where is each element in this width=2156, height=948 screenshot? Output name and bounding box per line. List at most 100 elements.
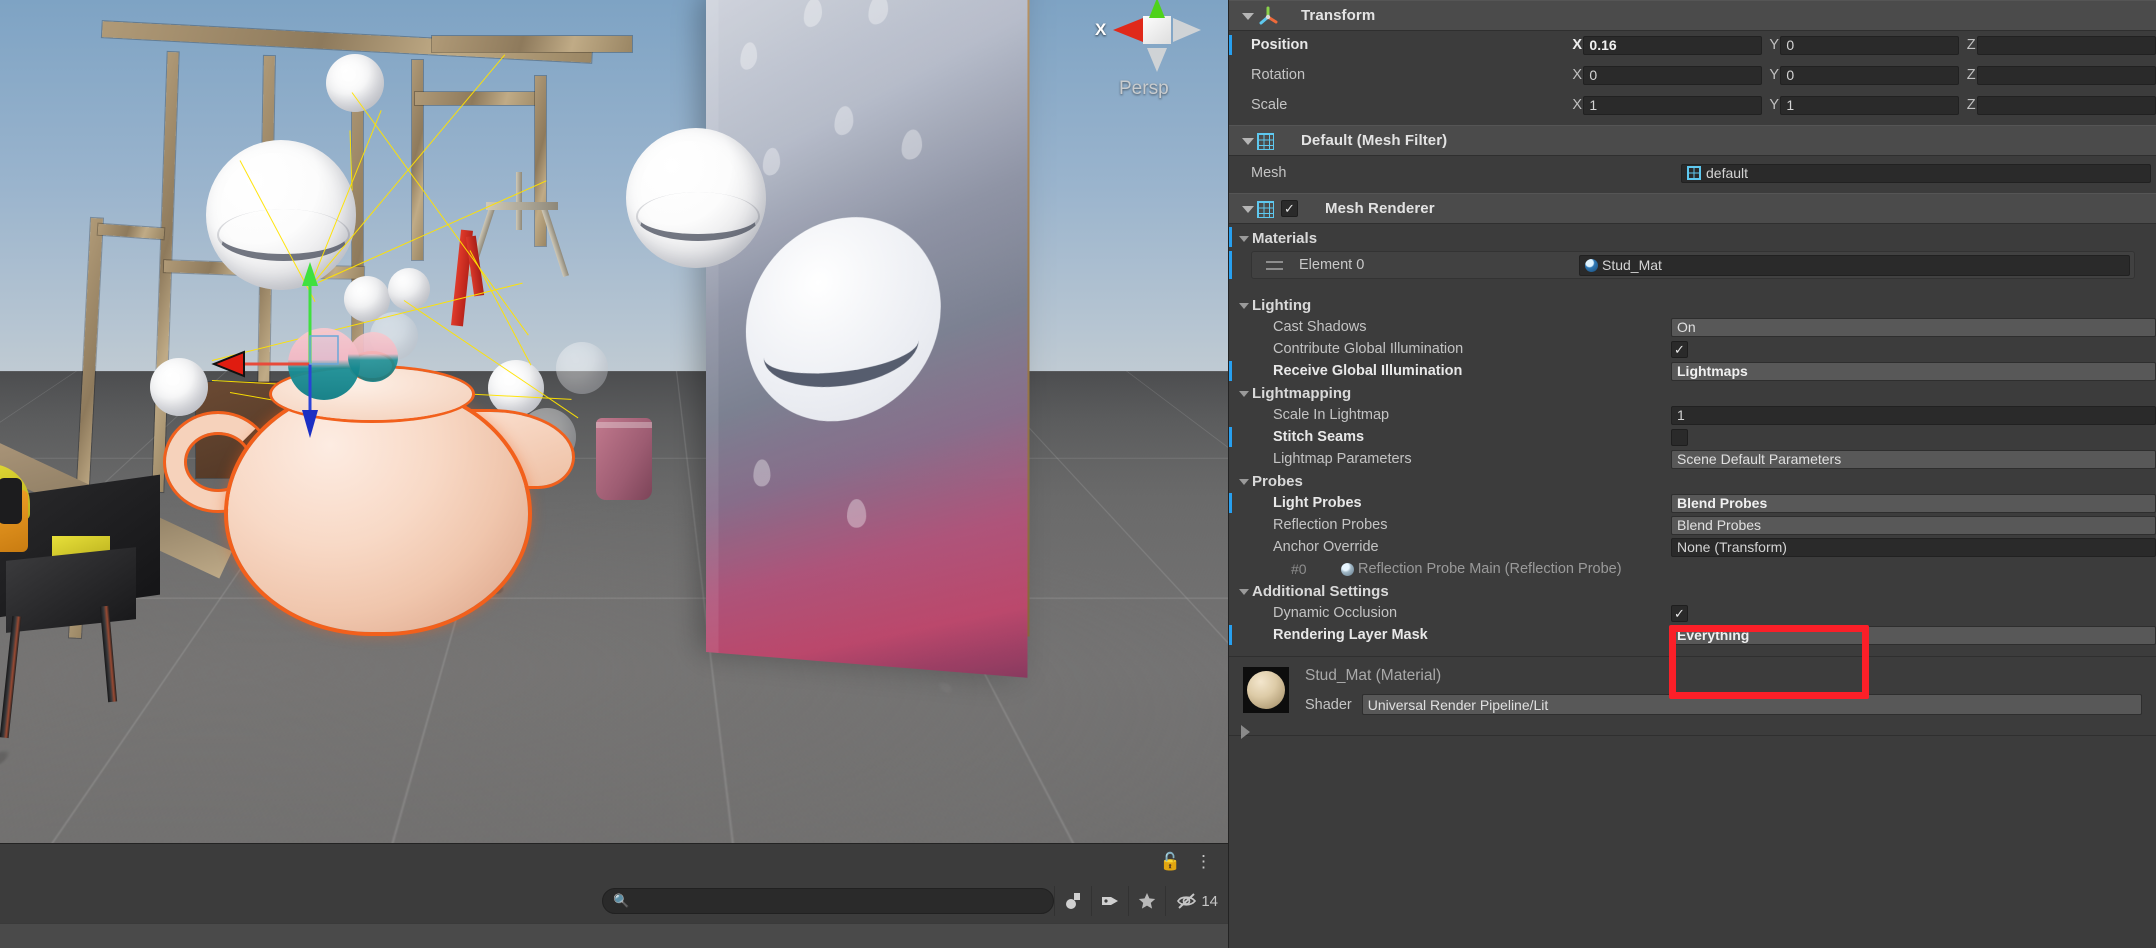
- lighting-section-header[interactable]: Lighting: [1229, 294, 2156, 316]
- probes-section-header[interactable]: Probes: [1229, 470, 2156, 492]
- material-title: Stud_Mat (Material): [1305, 667, 1442, 684]
- lightmapping-title: Lightmapping: [1252, 384, 1352, 402]
- material-preview-section[interactable]: Stud_Mat (Material) Shader Universal Ren…: [1229, 657, 2156, 739]
- kebab-menu-icon[interactable]: ⋮: [1195, 853, 1212, 870]
- element-0-object-field[interactable]: Stud_Mat: [1579, 254, 2130, 276]
- scale-y-field[interactable]: 1: [1780, 95, 1959, 115]
- mesh-renderer-enabled-checkbox[interactable]: ✓: [1281, 200, 1298, 217]
- rotation-z-field[interactable]: [1977, 65, 2156, 85]
- transform-rotation-row[interactable]: Rotation X 0 Y 0 Z: [1229, 64, 2156, 86]
- position-x-field[interactable]: 0.16: [1583, 35, 1762, 55]
- mesh-row[interactable]: Mesh default: [1229, 162, 2156, 184]
- contribute-gi-checkbox[interactable]: ✓: [1671, 340, 1688, 358]
- lightmapping-section-header[interactable]: Lightmapping: [1229, 382, 2156, 404]
- probes-foldout-arrow[interactable]: [1236, 473, 1252, 489]
- position-z-field[interactable]: [1977, 35, 2156, 55]
- star-icon[interactable]: [1128, 886, 1165, 916]
- stitch-seams-row[interactable]: Stitch Seams: [1229, 426, 2156, 448]
- scale-x-field[interactable]: 1: [1583, 95, 1762, 115]
- lightmap-parameters-dropdown[interactable]: Scene Default Parameters: [1671, 449, 2156, 469]
- rendering-layer-mask-dropdown[interactable]: Everything: [1671, 625, 2156, 645]
- lightmap-parameters-row[interactable]: Lightmap Parameters Scene Default Parame…: [1229, 448, 2156, 470]
- reflection-probes-value: Blend Probes: [1677, 517, 1762, 533]
- reflection-probes-label: Reflection Probes: [1273, 517, 1388, 533]
- anchor-override-field[interactable]: None (Transform): [1671, 537, 2156, 557]
- rotation-y-value: 0: [1786, 67, 1795, 83]
- scene-viewport[interactable]: X Persp: [0, 0, 1228, 843]
- rotation-y-field[interactable]: 0: [1780, 65, 1959, 85]
- rotation-label: Rotation: [1251, 67, 1306, 83]
- scale-z-field[interactable]: [1977, 95, 2156, 115]
- filter-by-type-icon[interactable]: [1054, 886, 1091, 916]
- mesh-filter-component-header[interactable]: Default (Mesh Filter): [1229, 125, 2156, 156]
- lighting-foldout-arrow[interactable]: [1236, 297, 1252, 313]
- reflection-probes-dropdown[interactable]: Blend Probes: [1671, 515, 2156, 535]
- receive-gi-row[interactable]: Receive Global Illumination Lightmaps: [1229, 360, 2156, 382]
- anchor-override-row[interactable]: Anchor Override None (Transform): [1229, 536, 2156, 558]
- light-probe-sphere: [326, 54, 384, 112]
- materials-section-header[interactable]: Materials: [1229, 226, 2156, 250]
- shader-dropdown[interactable]: Universal Render Pipeline/Lit: [1361, 694, 2142, 715]
- rendering-layer-mask-row[interactable]: Rendering Layer Mask Everything: [1229, 624, 2156, 646]
- transform-title: Transform: [1301, 7, 1376, 24]
- mesh-object-field[interactable]: default: [1681, 163, 2151, 183]
- axis-x-label: X: [1095, 20, 1107, 39]
- scene-view-pane[interactable]: X Persp 🔓 ⋮ 🔍 14: [0, 0, 1228, 948]
- reflection-probes-row[interactable]: Reflection Probes Blend Probes: [1229, 514, 2156, 536]
- reorder-handle[interactable]: [1266, 260, 1283, 270]
- search-icon: 🔍: [613, 893, 630, 908]
- transform-axis-icon: [1259, 6, 1278, 25]
- hierarchy-search-field[interactable]: 🔍: [602, 888, 1054, 914]
- transform-component-header[interactable]: Transform: [1229, 0, 2156, 31]
- scale-in-lightmap-field[interactable]: 1: [1671, 405, 2156, 425]
- stitch-seams-checkbox[interactable]: [1671, 428, 1688, 446]
- receive-gi-dropdown[interactable]: Lightmaps: [1671, 361, 2156, 381]
- bucket-prop: [596, 418, 652, 500]
- lock-open-icon[interactable]: 🔓: [1160, 852, 1181, 872]
- transform-scale-row[interactable]: Scale X 1 Y 1 Z: [1229, 94, 2156, 116]
- materials-foldout-arrow[interactable]: [1236, 230, 1252, 246]
- position-y-field[interactable]: 0: [1780, 35, 1959, 55]
- light-probes-dropdown[interactable]: Blend Probes: [1671, 493, 2156, 513]
- lightmapping-foldout-arrow[interactable]: [1236, 385, 1252, 401]
- rotation-y-label: Y: [1769, 67, 1780, 83]
- lightmap-parameters-label: Lightmap Parameters: [1273, 451, 1412, 467]
- rotation-x-field[interactable]: 0: [1583, 65, 1762, 85]
- scene-orientation-gizmo[interactable]: X Persp: [1095, 0, 1219, 114]
- mesh-renderer-component-header[interactable]: ✓ Mesh Renderer: [1229, 193, 2156, 224]
- dynamic-occlusion-row[interactable]: Dynamic Occlusion ✓: [1229, 602, 2156, 624]
- inspector-pane[interactable]: Transform Position X 0.16 Y 0 Z Rotation…: [1228, 0, 2156, 948]
- additional-settings-foldout-arrow[interactable]: [1236, 583, 1252, 599]
- light-probes-row[interactable]: Light Probes Blend Probes: [1229, 492, 2156, 514]
- dynamic-occlusion-checkbox[interactable]: ✓: [1671, 604, 1688, 622]
- transform-foldout-arrow[interactable]: [1239, 8, 1255, 24]
- rendering-layer-mask-value: Everything: [1677, 627, 1750, 643]
- mesh-renderer-icon: [1257, 201, 1274, 218]
- search-input[interactable]: [635, 893, 1043, 909]
- hierarchy-toolbar[interactable]: 🔍 14: [0, 879, 1228, 923]
- materials-element-row[interactable]: Element 0 Stud_Mat: [1229, 250, 2156, 280]
- reflection-probe-icon: [1341, 562, 1354, 576]
- filter-by-label-icon[interactable]: [1091, 886, 1128, 916]
- cast-shadows-dropdown[interactable]: On: [1671, 317, 2156, 337]
- mesh-renderer-foldout-arrow[interactable]: [1239, 201, 1255, 217]
- contribute-gi-row[interactable]: Contribute Global Illumination ✓: [1229, 338, 2156, 360]
- transform-position-row[interactable]: Position X 0.16 Y 0 Z: [1229, 34, 2156, 56]
- scale-x-value: 1: [1589, 97, 1598, 113]
- scale-in-lightmap-row[interactable]: Scale In Lightmap 1: [1229, 404, 2156, 426]
- position-z-label: Z: [1966, 37, 1976, 53]
- gizmo-plane-handle: [309, 335, 339, 365]
- contribute-gi-label: Contribute Global Illumination: [1273, 341, 1464, 357]
- element-0-label: Element 0: [1299, 257, 1365, 273]
- additional-settings-header[interactable]: Additional Settings: [1229, 580, 2156, 602]
- mesh-filter-foldout-arrow[interactable]: [1239, 133, 1255, 149]
- element-0-value: Stud_Mat: [1602, 257, 1662, 273]
- expand-arrow-icon[interactable]: [1241, 725, 1250, 739]
- rotation-x-value: 0: [1589, 67, 1598, 83]
- hierarchy-list-area[interactable]: [0, 923, 1228, 948]
- move-tool-gizmo[interactable]: [192, 262, 452, 448]
- mesh-value: default: [1706, 165, 1749, 181]
- scene-bottom-strip: 🔓 ⋮: [0, 843, 1228, 879]
- hidden-objects-counter[interactable]: 14: [1165, 886, 1218, 916]
- cast-shadows-row[interactable]: Cast Shadows On: [1229, 316, 2156, 338]
